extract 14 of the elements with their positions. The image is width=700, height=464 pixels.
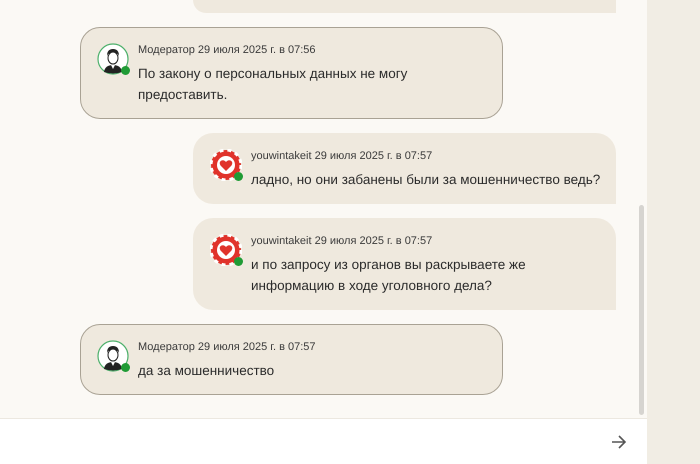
message-text: да за мошенничество: [138, 362, 276, 380]
message-header: youwintakeit 29 июля 2025 г. в 07:57: [251, 149, 434, 163]
message-header: Модератор 29 июля 2025 г. в 07:56: [138, 43, 317, 57]
message-header: Модератор 29 июля 2025 г. в 07:57: [138, 340, 316, 354]
poker-chip-icon: [210, 234, 242, 266]
avatar-icon: [97, 43, 129, 75]
avatar-icon: [97, 340, 129, 372]
arrow-icon: [610, 432, 628, 450]
scrollbar[interactable]: [639, 205, 644, 415]
message-text: ладно, но они забанены были за мошенничество ведь?: [251, 171, 600, 189]
poker-chip-icon: [210, 149, 242, 181]
message-header: youwintakeit 29 июля 2025 г. в 07:57: [251, 234, 434, 248]
message-text: и по запросу из органов вы раскрываете же информацию в ходе уголовного дела?: [251, 256, 526, 295]
message-text: По закону о персональных данных не могу предоставить.: [138, 65, 408, 104]
